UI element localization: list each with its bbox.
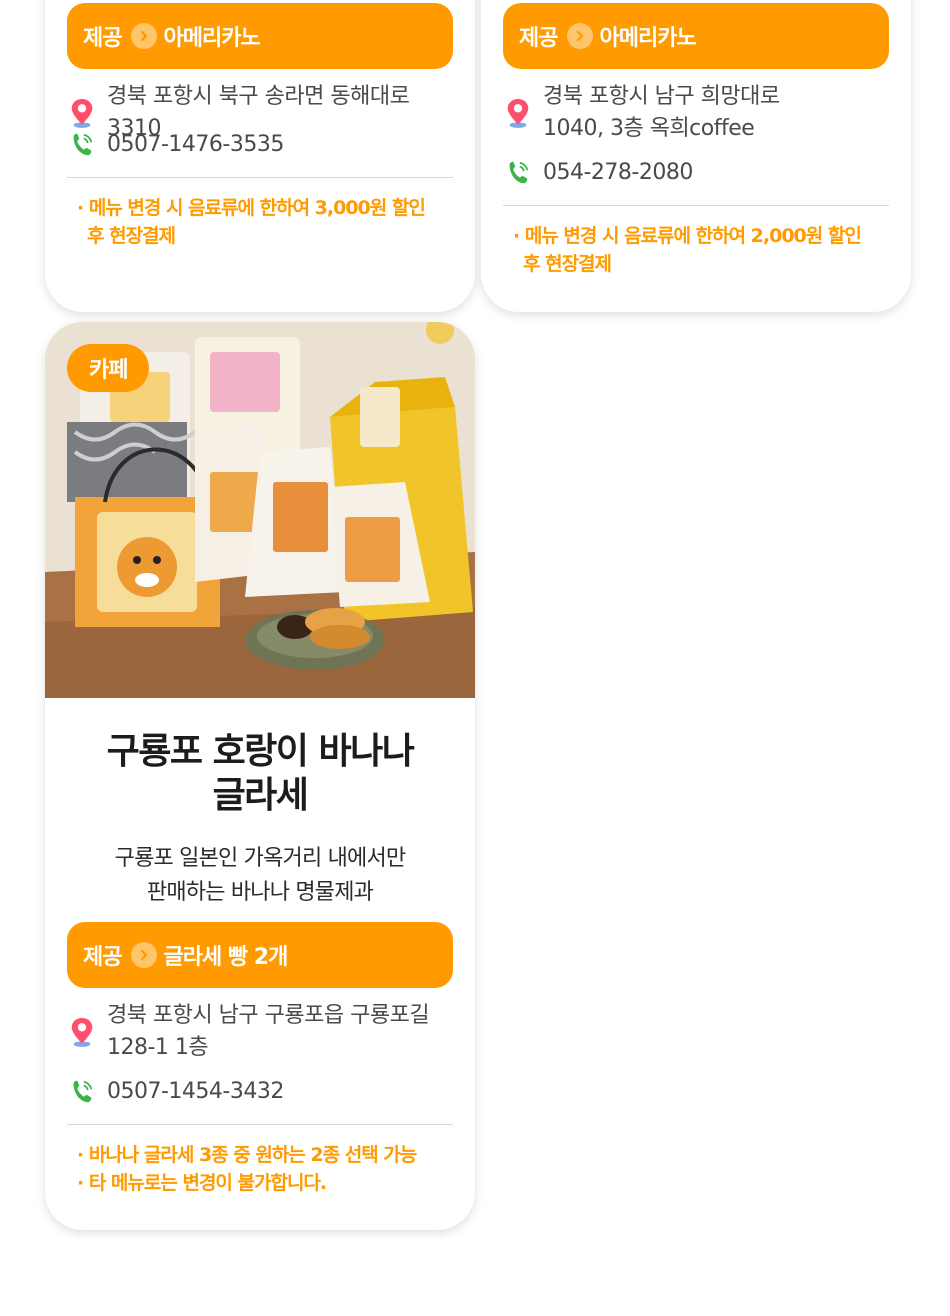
- address-line: 128-1 1층: [107, 1035, 209, 1060]
- notes: · 메뉴 변경 시 음료류에 한하여 3,000원 할인 후 현장결제: [77, 194, 435, 250]
- offer-item: 아메리카노: [599, 26, 696, 51]
- note-item: · 바나나 글라세 3종 중 원하는 2종 선택 가능: [77, 1144, 417, 1166]
- offer-label: 제공: [83, 26, 122, 51]
- offer-bar: 제공 글라세 빵 2개: [67, 922, 453, 988]
- divider: [67, 177, 453, 178]
- notes: · 바나나 글라세 3종 중 원하는 2종 선택 가능 · 타 메뉴로는 변경이…: [77, 1141, 455, 1197]
- divider: [67, 1124, 453, 1125]
- address-row: 경북 포항시 남구 희망대로 1040, 3층 옥희coffee: [503, 81, 905, 145]
- phone-icon: [67, 1075, 97, 1109]
- offer-bar: 제공 아메리카노: [67, 3, 453, 69]
- offer-item: 아메리카노: [163, 26, 260, 51]
- phone-text[interactable]: 054-278-2080: [543, 157, 693, 189]
- offer-bar: 제공 아메리카노: [503, 3, 889, 69]
- shop-title-line: 구룡포 호랑이 바나나: [106, 731, 415, 772]
- phone-row[interactable]: 054-278-2080: [503, 156, 905, 190]
- shop-title-line: 글라세: [212, 775, 309, 816]
- store-card-2: 제공 아메리카노 경북 포항시 남구 희망대로 1040, 3층 옥희coffe…: [481, 0, 911, 312]
- offer-label: 제공: [519, 26, 558, 51]
- phone-text[interactable]: 0507-1476-3535: [107, 129, 284, 161]
- phone-icon: [503, 156, 533, 190]
- shop-desc-line: 판매하는 바나나 명물제과: [146, 880, 374, 905]
- address-text: 경북 포항시 남구 희망대로 1040, 3층 옥희coffee: [543, 81, 780, 145]
- address-line: 경북 포항시 남구 희망대로: [543, 84, 780, 109]
- offer-item: 글라세 빵 2개: [163, 945, 288, 970]
- shop-description: 구룡포 일본인 가옥거리 내에서만 판매하는 바나나 명물제과: [65, 842, 455, 910]
- address-line: 경북 포항시 남구 구룡포읍 구룡포길: [107, 1003, 430, 1028]
- chevron-right-icon: [131, 942, 158, 968]
- note-item: · 메뉴 변경 시 음료류에 한하여 3,000원 할인 후 현장결제: [77, 197, 426, 247]
- location-pin-icon: [67, 1015, 97, 1049]
- store-photo: 카페: [45, 322, 475, 698]
- address-row: 경북 포항시 남구 구룡포읍 구룡포길 128-1 1층: [67, 1000, 469, 1064]
- phone-row[interactable]: 0507-1454-3432: [67, 1075, 469, 1109]
- shop-title: 구룡포 호랑이 바나나 글라세: [65, 730, 455, 818]
- store-card-1: 제공 아메리카노 경북 포항시 북구 송라면 동해대로 3310 0507-14…: [45, 0, 475, 312]
- address-line: 1040, 3층 옥희coffee: [543, 116, 755, 141]
- phone-icon: [67, 128, 97, 162]
- location-pin-icon: [503, 96, 533, 130]
- offer-label: 제공: [83, 945, 122, 970]
- address-text: 경북 포항시 남구 구룡포읍 구룡포길 128-1 1층: [107, 1000, 430, 1064]
- chevron-right-icon: [131, 23, 158, 49]
- location-pin-icon: [67, 96, 97, 130]
- chevron-right-icon: [567, 23, 594, 49]
- notes: · 메뉴 변경 시 음료류에 한하여 2,000원 할인 후 현장결제: [513, 222, 871, 278]
- phone-text[interactable]: 0507-1454-3432: [107, 1076, 284, 1108]
- phone-row[interactable]: 0507-1476-3535: [67, 128, 469, 162]
- note-item: · 메뉴 변경 시 음료류에 한하여 2,000원 할인 후 현장결제: [513, 225, 862, 275]
- store-card-3[interactable]: 카페 구룡포 호랑이 바나나 글라세 구룡포 일본인 가옥거리 내에서만 판매하…: [45, 322, 475, 1230]
- divider: [503, 205, 889, 206]
- note-item: · 타 메뉴로는 변경이 불가합니다.: [77, 1172, 327, 1194]
- shop-desc-line: 구룡포 일본인 가옥거리 내에서만: [114, 846, 407, 871]
- category-badge: 카페: [67, 344, 150, 392]
